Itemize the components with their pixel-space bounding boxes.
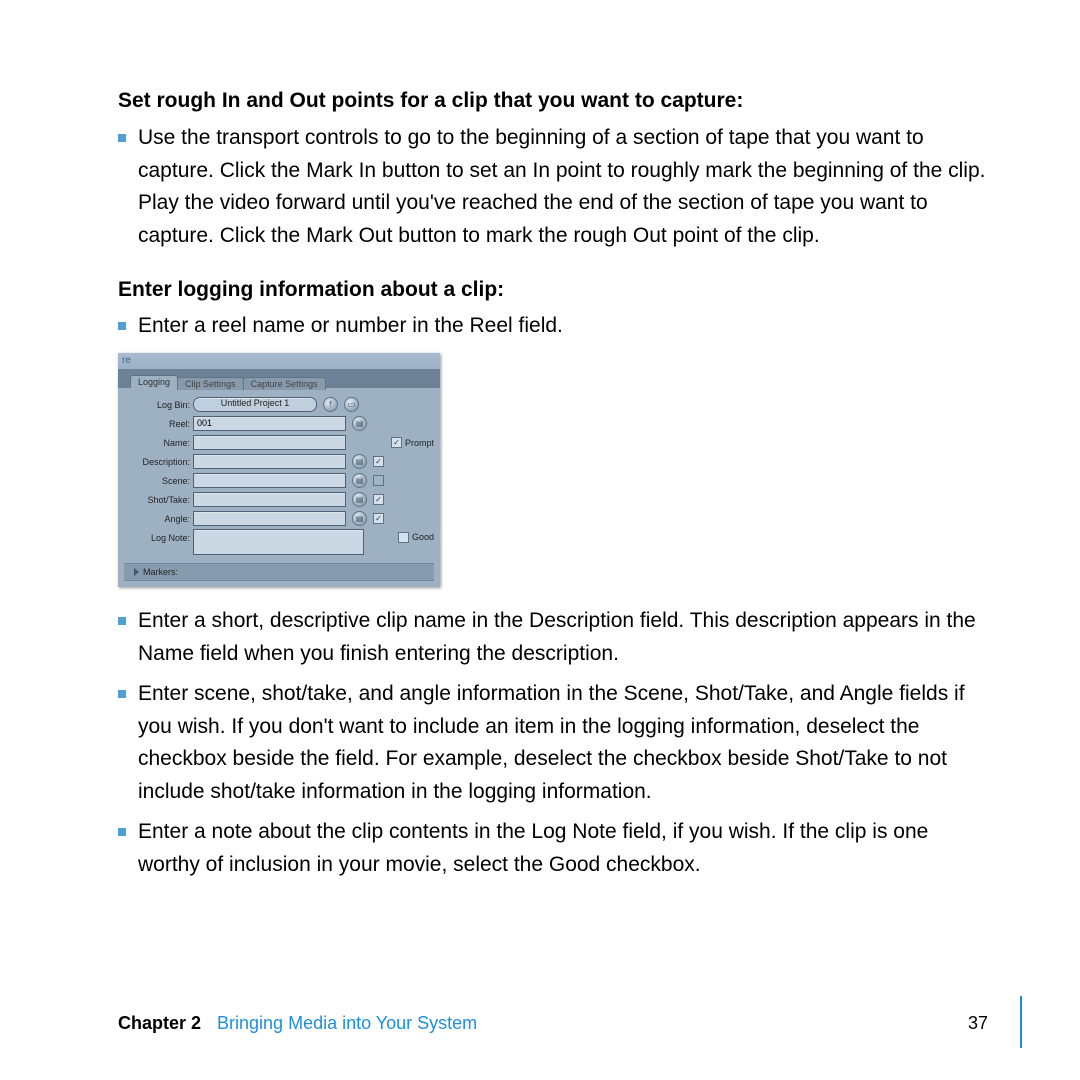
description-label: Description: <box>124 457 193 467</box>
up-icon-button[interactable]: ⤒ <box>323 397 338 412</box>
markers-row[interactable]: Markers: <box>124 563 434 581</box>
angle-slate-button[interactable]: ▤ <box>352 511 367 526</box>
reel-row: Reel: 001 ▤ <box>124 415 434 433</box>
footer-chapter: Chapter 2 <box>118 1013 201 1034</box>
footer-chapter-title: Bringing Media into Your System <box>217 1013 477 1034</box>
angle-field[interactable] <box>193 511 346 526</box>
bullet-item: Enter a short, descriptive clip name in … <box>118 605 988 670</box>
shot-take-slate-button[interactable]: ▤ <box>352 492 367 507</box>
log-note-field[interactable] <box>193 529 364 555</box>
good-checkbox[interactable] <box>398 532 409 543</box>
shot-take-checkbox[interactable]: ✓ <box>373 494 384 505</box>
footer-rule <box>1020 996 1022 1048</box>
log-bin-field[interactable]: Untitled Project 1 <box>193 397 317 412</box>
bullet-list-2: Enter a reel name or number in the Reel … <box>118 310 988 343</box>
good-label: Good <box>412 532 434 542</box>
reel-label: Reel: <box>124 419 193 429</box>
angle-label: Angle: <box>124 514 193 524</box>
reel-slate-button[interactable]: ▤ <box>352 416 367 431</box>
shot-take-label: Shot/Take: <box>124 495 193 505</box>
logging-panel: re Logging Clip Settings Capture Setting… <box>118 353 440 587</box>
prompt-checkbox[interactable]: ✓ <box>391 437 402 448</box>
description-slate-button[interactable]: ▤ <box>352 454 367 469</box>
reel-field[interactable]: 001 <box>193 416 346 431</box>
bullet-item: Enter scene, shot/take, and angle inform… <box>118 678 988 808</box>
shot-take-row: Shot/Take: ▤ ✓ <box>124 491 434 509</box>
footer-page-number: 37 <box>968 1013 988 1034</box>
name-field[interactable] <box>193 435 346 450</box>
bullet-item: Use the transport controls to go to the … <box>118 122 988 252</box>
shot-take-field[interactable] <box>193 492 346 507</box>
description-row: Description: ▤ ✓ <box>124 453 434 471</box>
log-bin-label: Log Bin: <box>124 400 193 410</box>
scene-slate-button[interactable]: ▤ <box>352 473 367 488</box>
panel-body: Log Bin: Untitled Project 1 ⤒ ▭ Reel: 00… <box>118 388 440 587</box>
scene-checkbox[interactable] <box>373 475 384 486</box>
panel-titlebar: re <box>118 353 440 370</box>
name-row: Name: ✓ Prompt <box>124 434 434 452</box>
tab-clip-settings[interactable]: Clip Settings <box>177 377 244 390</box>
scene-row: Scene: ▤ <box>124 472 434 490</box>
bullet-list-3: Enter a short, descriptive clip name in … <box>118 605 988 881</box>
page-footer: Chapter 2 Bringing Media into Your Syste… <box>0 1013 1080 1034</box>
description-checkbox[interactable]: ✓ <box>373 456 384 467</box>
markers-label: Markers: <box>143 567 178 577</box>
angle-checkbox[interactable]: ✓ <box>373 513 384 524</box>
log-bin-row: Log Bin: Untitled Project 1 ⤒ ▭ <box>124 396 434 414</box>
scene-label: Scene: <box>124 476 193 486</box>
bullet-item: Enter a note about the clip contents in … <box>118 816 988 881</box>
section-heading-2: Enter logging information about a clip: <box>118 278 988 302</box>
description-field[interactable] <box>193 454 346 469</box>
tab-capture-settings[interactable]: Capture Settings <box>243 377 326 390</box>
prompt-label: Prompt <box>405 438 434 448</box>
new-bin-icon-button[interactable]: ▭ <box>344 397 359 412</box>
disclosure-triangle-icon <box>134 568 139 576</box>
angle-row: Angle: ▤ ✓ <box>124 510 434 528</box>
log-note-label: Log Note: <box>124 529 193 543</box>
bullet-list-1: Use the transport controls to go to the … <box>118 122 988 252</box>
name-label: Name: <box>124 438 193 448</box>
tab-logging[interactable]: Logging <box>130 375 178 388</box>
log-note-row: Log Note: Good <box>124 529 434 557</box>
scene-field[interactable] <box>193 473 346 488</box>
tab-row: Logging Clip Settings Capture Settings <box>118 370 440 388</box>
section-heading-1: Set rough In and Out points for a clip t… <box>118 88 988 114</box>
bullet-item: Enter a reel name or number in the Reel … <box>118 310 988 343</box>
